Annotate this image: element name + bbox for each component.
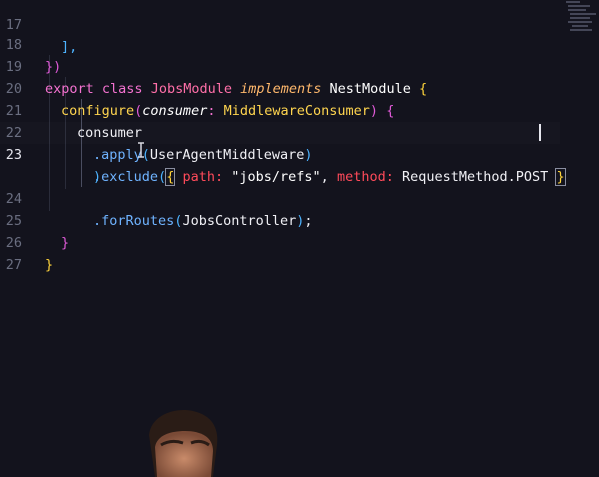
minimap-line bbox=[570, 29, 592, 31]
code-editor[interactable]: 17 ], 18 }) 19 export class JobsModule i… bbox=[0, 0, 599, 477]
code-line[interactable]: 20 configure(consumer: MiddlewareConsume… bbox=[0, 56, 560, 119]
code-line[interactable]: ) bbox=[0, 144, 560, 185]
code-line[interactable]: 24 .forRoutes(JobsController); bbox=[0, 166, 560, 229]
code-line-active[interactable]: 23 .exclude({ path: "jobs/refs", method:… bbox=[0, 122, 566, 186]
text-caret bbox=[539, 124, 541, 141]
minimap-line bbox=[568, 5, 590, 7]
code-line[interactable]: 19 export class JobsModule implements Ne… bbox=[0, 34, 560, 97]
code-line[interactable]: 22 .apply(UserAgentMiddleware) bbox=[0, 100, 560, 163]
minimap-line bbox=[568, 21, 592, 23]
minimap-line bbox=[568, 9, 586, 11]
ibeam-cursor-icon bbox=[138, 142, 144, 158]
code-line[interactable]: 21 consumer bbox=[0, 78, 560, 141]
line-number: 27 bbox=[5, 257, 22, 273]
minimap-line bbox=[570, 13, 596, 15]
code-line[interactable]: 27 bbox=[0, 232, 560, 273]
bracket: } bbox=[45, 257, 54, 273]
minimap-line bbox=[572, 25, 588, 27]
minimap[interactable] bbox=[560, 0, 599, 34]
minimap-line bbox=[566, 1, 580, 3]
presenter-video-overlay bbox=[149, 410, 218, 477]
minimap-line bbox=[570, 17, 590, 19]
code-line[interactable]: 18 }) bbox=[0, 12, 560, 75]
code-line[interactable]: 25 } bbox=[0, 188, 560, 251]
code-line[interactable]: 26 } bbox=[0, 210, 560, 273]
